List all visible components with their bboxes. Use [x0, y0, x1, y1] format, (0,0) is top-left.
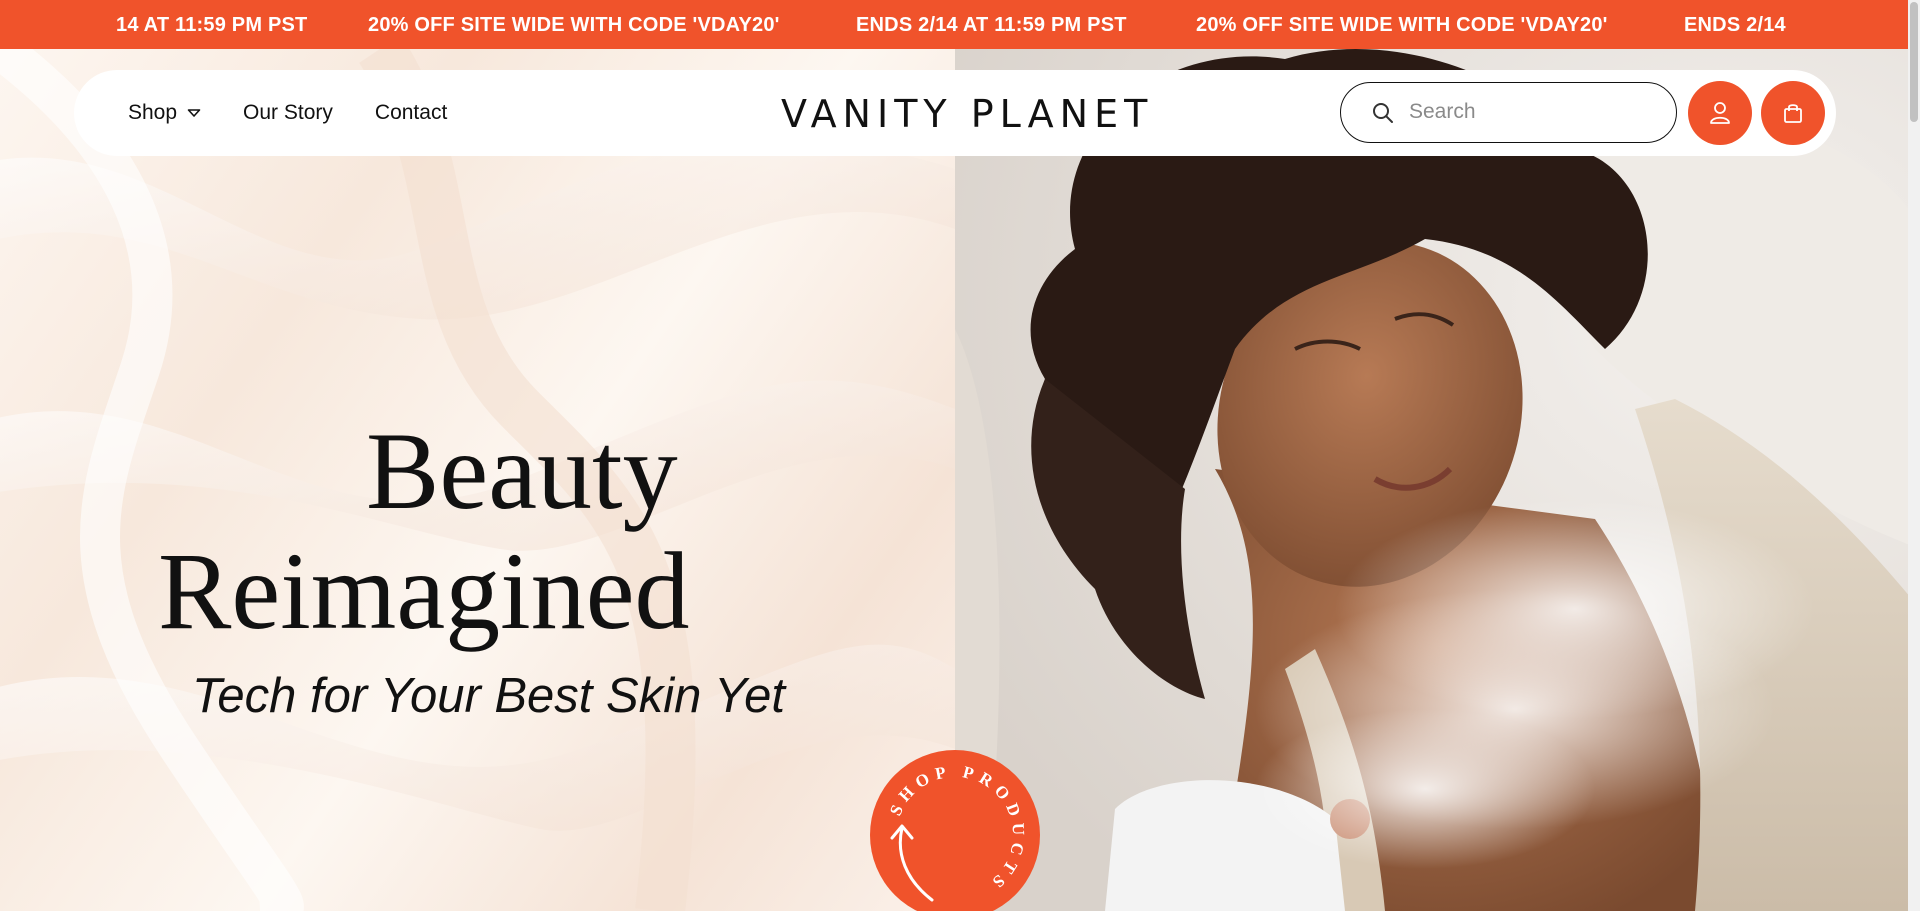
announcement-bar: 14 AT 11:59 PM PST 20% OFF SITE WIDE WIT… — [0, 0, 1920, 49]
hero-photo-woman-with-facial-steamer — [955, 49, 1920, 911]
user-icon — [1710, 102, 1730, 124]
hero-text-panel: Beauty Reimagined Tech for Your Best Ski… — [0, 49, 955, 911]
cart-button[interactable] — [1761, 81, 1825, 145]
hero-headline-line2: Reimagined — [158, 530, 690, 652]
badge-text: SHOP PRODUCTS — [886, 762, 1023, 895]
nav-shop-label: Shop — [128, 101, 178, 124]
main-nav: Shop Our Story Contact — [128, 70, 447, 156]
nav-shop[interactable]: Shop — [128, 101, 201, 125]
hero-image — [955, 49, 1920, 911]
svg-text:SHOP PRODUCTS: SHOP PRODUCTS — [886, 762, 1029, 895]
announcement-text: ENDS 2/14 — [1684, 14, 1786, 36]
page-scrollbar[interactable] — [1908, 0, 1920, 911]
announcement-text: ENDS 2/14 AT 11:59 PM PST — [856, 14, 1127, 36]
curved-arrow-icon — [890, 824, 934, 902]
hero-subheadline: Tech for Your Best Skin Yet — [192, 669, 785, 723]
brand-logo[interactable]: VANITY PLANET — [781, 92, 1153, 136]
search-icon — [1373, 103, 1393, 123]
shopping-bag-icon — [1784, 104, 1802, 123]
nav-contact[interactable]: Contact — [375, 101, 447, 125]
account-button[interactable] — [1688, 81, 1752, 145]
site-header: Shop Our Story Contact VANITY PLANET — [74, 70, 1836, 156]
nav-our-story[interactable]: Our Story — [243, 101, 333, 125]
shop-products-badge[interactable]: SHOP PRODUCTS — [870, 750, 1040, 911]
announcement-text: 14 AT 11:59 PM PST — [116, 14, 308, 36]
announcement-text: 20% OFF SITE WIDE WITH CODE 'VDAY20' — [1196, 14, 1608, 36]
hero-headline-line1: Beauty — [366, 410, 678, 532]
chevron-down-icon — [187, 109, 201, 117]
announcement-text: 20% OFF SITE WIDE WITH CODE 'VDAY20' — [368, 14, 780, 36]
scrollbar-thumb[interactable] — [1910, 2, 1918, 122]
search-input[interactable] — [1409, 93, 1659, 131]
search-box[interactable] — [1340, 82, 1677, 143]
shop-products-badge-graphic: SHOP PRODUCTS — [886, 762, 1029, 902]
